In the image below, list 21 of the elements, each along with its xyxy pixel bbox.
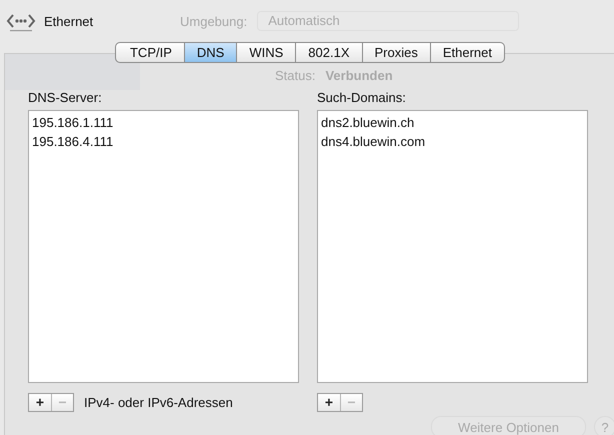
tab[interactable]: Proxies (362, 42, 431, 63)
add-button[interactable]: + (318, 394, 340, 411)
tab[interactable]: Ethernet (430, 42, 506, 63)
list-box[interactable]: 195.186.1.111 195.186.4.111 (28, 110, 299, 383)
add-button[interactable]: + (29, 394, 51, 411)
status-value: Verbunden (325, 68, 393, 83)
location-label: Umgebung: (180, 14, 248, 28)
list-item[interactable]: 195.186.1.111 (32, 113, 298, 132)
status-label: Status: (275, 68, 316, 83)
pane-title: Ethernet (44, 14, 94, 28)
tab[interactable]: TCP/IP (114, 42, 185, 63)
tab[interactable]: WINS (237, 42, 296, 63)
list-label: Such-Domains: (317, 90, 407, 107)
list-item[interactable]: dns4.bluewin.com (321, 132, 587, 151)
list-item[interactable]: dns2.bluewin.ch (321, 113, 587, 132)
tab[interactable]: DNS (184, 42, 238, 63)
hint-text: IPv4- oder IPv6-Adressen (84, 395, 233, 410)
list-item[interactable]: 195.186.4.111 (32, 132, 298, 151)
list-label: DNS-Server: (28, 90, 103, 107)
list-box[interactable]: dns2.bluewin.ch dns4.bluewin.com (317, 110, 588, 383)
tab[interactable]: 802.1X (296, 42, 362, 63)
